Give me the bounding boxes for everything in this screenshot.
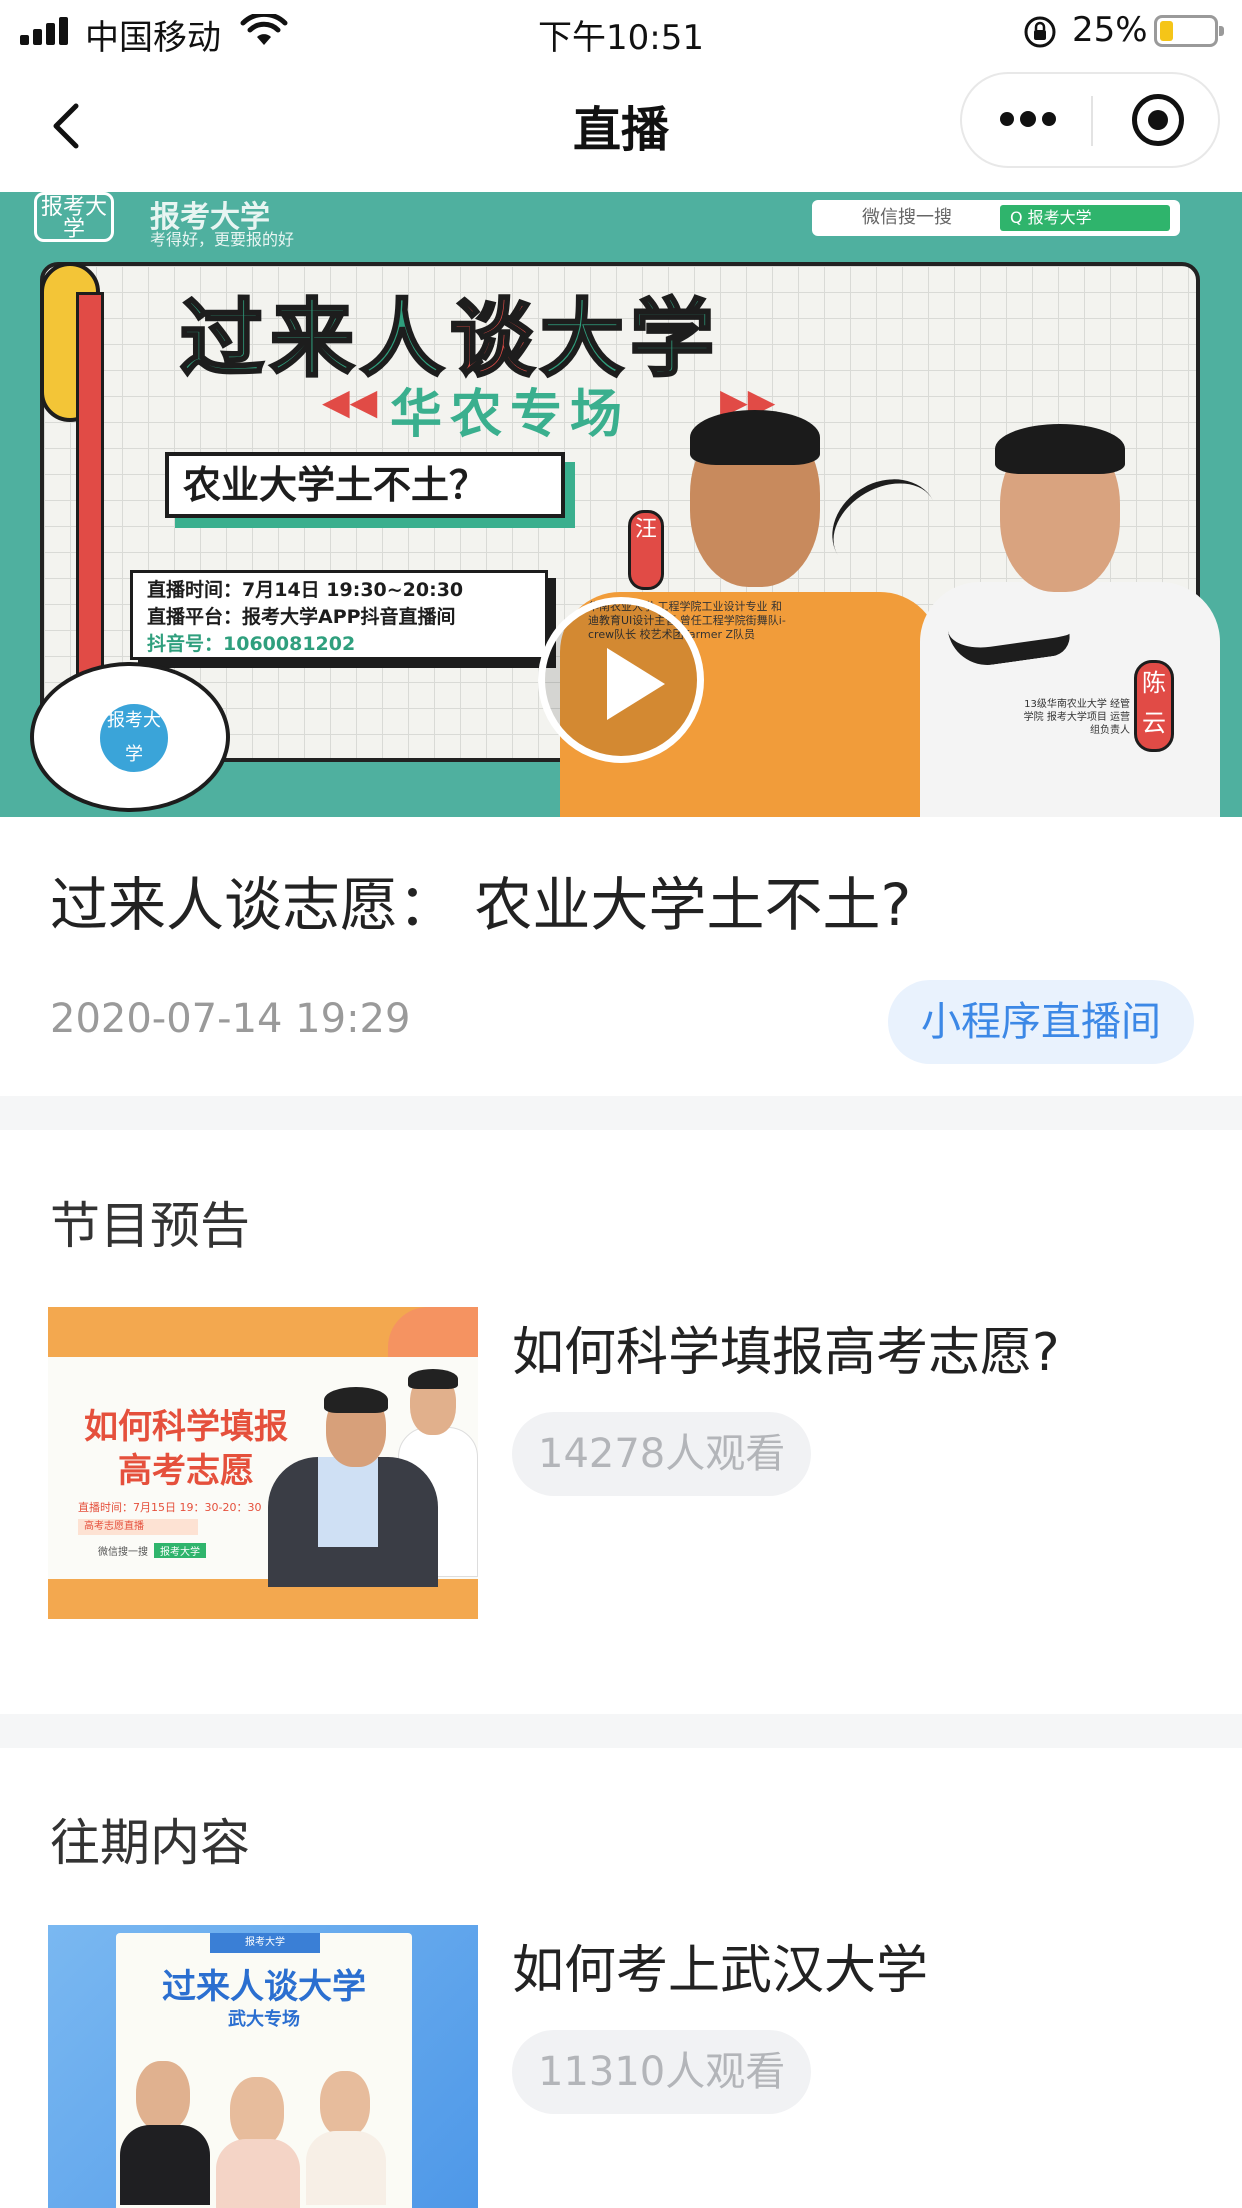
thumb-tag: 高考志愿直播 — [78, 1519, 198, 1535]
thumb-top-label: 报考大学 — [210, 1933, 320, 1953]
guest-2-desc: 13级华南农业大学 经管学院 报考大学项目 运营组负责人 — [1023, 699, 1130, 736]
thumb-person-1-head — [136, 2061, 190, 2131]
thumb-headline-2: 高考志愿 — [118, 1451, 254, 1491]
thumb-time: 直播时间：7月15日 19：30-20：30 — [78, 1501, 262, 1514]
live-banner[interactable]: 报考大学 报考大学 考得好，更要报的好 微信搜一搜 Q 报考大学 过来人谈大学 … — [0, 192, 1242, 817]
battery-percent: 25% — [1072, 10, 1148, 50]
banner-subtitle: 华农专场 — [390, 385, 631, 445]
preview-item-title[interactable]: 如何科学填报高考志愿? — [512, 1310, 1060, 1385]
qr-label: 报考大学 — [96, 700, 172, 776]
thumb-headline: 如何科学填报 高考志愿 — [66, 1405, 306, 1493]
capsule-divider — [1091, 96, 1093, 146]
target-close-icon[interactable] — [1132, 94, 1184, 146]
thumb-person-1 — [120, 2125, 210, 2205]
thumb-person-2-hair — [408, 1369, 458, 1389]
banner-info-box: 直播时间：7月14日 19:30~20:30 直播平台：报考大学APP抖音直播间… — [130, 570, 548, 660]
thumb-search: 微信搜一搜 报考大学 — [98, 1543, 278, 1561]
banner-deco-red — [76, 292, 104, 692]
battery-fill — [1160, 21, 1173, 41]
miniprogram-live-badge[interactable]: 小程序直播间 — [888, 980, 1194, 1064]
guest-1-name-tag: 汪 — [628, 510, 664, 590]
banner-arrows-left: ◀◀ — [322, 382, 378, 423]
miniprogram-capsule — [960, 72, 1220, 168]
past-item-title[interactable]: 如何考上武汉大学 — [512, 1928, 928, 2003]
live-datetime: 2020-07-14 19:29 — [50, 996, 411, 1042]
thumb-person-2 — [216, 2139, 300, 2208]
live-title[interactable]: 过来人谈志愿： 农业大学土不土? — [50, 858, 911, 942]
view-count-badge: 14278人观看 — [512, 1412, 812, 1496]
more-dots-icon[interactable] — [962, 74, 1091, 166]
qr-code-icon: 报考大学 — [30, 662, 230, 812]
thumb-person-3 — [306, 2131, 386, 2205]
battery-icon — [1154, 15, 1224, 47]
preview-thumbnail[interactable]: 如何科学填报 高考志愿 直播时间：7月15日 19：30-20：30 高考志愿直… — [48, 1307, 478, 1619]
guest-2-hair — [995, 424, 1125, 474]
status-bar: 中国移动 下午10:51 25% — [0, 0, 1242, 62]
preview-section-title: 节目预告 — [50, 1197, 250, 1255]
banner-brand-sub: 考得好，更要报的好 — [150, 230, 295, 249]
past-section-title: 往期内容 — [50, 1814, 250, 1872]
section-divider — [0, 1714, 1242, 1748]
guest-2-name-tag: 陈云 — [1134, 660, 1174, 752]
orientation-lock-icon — [1024, 16, 1056, 48]
banner-info-platform: 直播平台：报考大学APP抖音直播间 — [147, 606, 456, 628]
thumb-headline-1: 如何科学填报 — [84, 1407, 288, 1447]
banner-logo: 报考大学 — [34, 192, 114, 242]
view-count-badge: 11310人观看 — [512, 2030, 812, 2114]
nav-bar: 直播 — [0, 62, 1242, 192]
thumb-person-3-head — [320, 2071, 370, 2137]
guest-1-hair — [690, 410, 820, 465]
thumb-headline: 过来人谈大学 — [162, 1967, 366, 2007]
thumb-subtitle: 武大专场 — [228, 2009, 300, 2030]
banner-search-text: 微信搜一搜 — [862, 207, 952, 228]
thumb-person-1-shirt — [318, 1457, 378, 1547]
banner-search-hint: 微信搜一搜 Q 报考大学 — [812, 200, 1180, 236]
section-divider — [0, 1096, 1242, 1130]
past-thumbnail[interactable]: 报考大学 过来人谈大学 武大专场 — [48, 1925, 478, 2208]
banner-info-douyin: 抖音号：1060081202 — [147, 633, 356, 655]
thumb-person-1-hair — [324, 1387, 388, 1413]
banner-info-time: 直播时间：7月14日 19:30~20:30 — [147, 579, 464, 601]
thumb-search-btn: 报考大学 — [154, 1543, 206, 1558]
banner-search-button: Q 报考大学 — [1000, 205, 1170, 231]
play-icon[interactable] — [538, 597, 704, 763]
thumb-person-2-head — [230, 2077, 284, 2147]
thumb-search-text: 微信搜一搜 — [98, 1547, 148, 1558]
banner-topic: 农业大学土不土？ — [165, 452, 565, 518]
